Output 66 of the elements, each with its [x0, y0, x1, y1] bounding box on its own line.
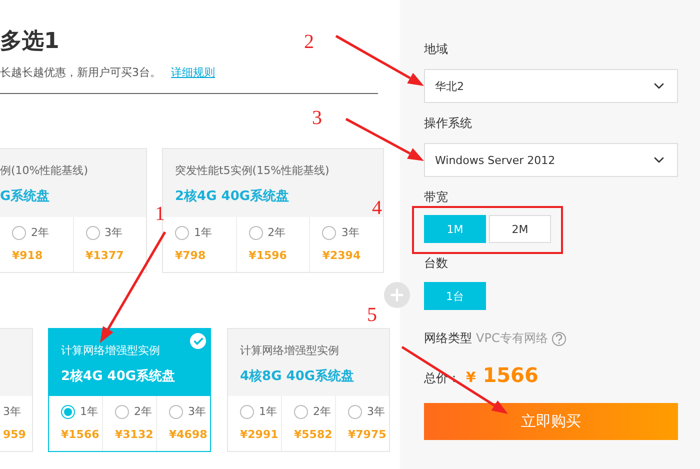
- plan-card[interactable]: 计算网络增强型实例 2核4G 40G系统盘 1年 ¥1566 2年 ¥3132 3年 ¥4698: [48, 328, 211, 452]
- price-text: ¥7975: [348, 428, 388, 441]
- plan-name: 突发性能t5实例(15%性能基线): [175, 163, 330, 178]
- radio-button[interactable]: [294, 404, 308, 418]
- term-label: 1年: [80, 404, 98, 419]
- term-label: 2年: [268, 225, 286, 240]
- price-text: ¥4698: [169, 428, 208, 441]
- bandwidth-label: 带宽: [424, 189, 449, 205]
- radio-button[interactable]: [248, 226, 263, 240]
- page-title: 多选1: [0, 28, 60, 56]
- plan-card[interactable]: 例(10%性能基线) G系统盘 2年 ¥918 3年 ¥1377: [0, 148, 147, 273]
- price-text: ¥1566: [61, 428, 100, 441]
- radio-button[interactable]: [169, 404, 183, 418]
- annotation-number: 4: [372, 198, 382, 218]
- network-label: 网络类型: [424, 330, 472, 347]
- price-text: ¥918: [12, 249, 44, 262]
- plan-name: 计算网络增强型实例: [240, 343, 340, 358]
- price-text: ¥3132: [115, 428, 154, 441]
- os-select[interactable]: Windows Server 2012: [424, 143, 678, 177]
- add-icon[interactable]: [384, 282, 410, 308]
- radio-button[interactable]: [322, 226, 336, 240]
- quantity-label: 台数: [424, 255, 449, 271]
- term-label: 2年: [313, 404, 331, 419]
- radio-button[interactable]: [61, 404, 75, 418]
- annotation-number: 5: [367, 305, 377, 325]
- radio-button[interactable]: [175, 226, 189, 240]
- annotation-number: 1: [155, 204, 165, 224]
- term-label: 3年: [104, 225, 122, 240]
- radio-button[interactable]: [240, 404, 254, 418]
- radio-button[interactable]: [86, 226, 100, 240]
- region-select[interactable]: 华北2: [424, 69, 678, 103]
- radio-button[interactable]: [348, 404, 362, 418]
- term-label: 3年: [3, 404, 21, 419]
- term-label: 1年: [194, 225, 212, 240]
- plan-spec: 2核4G 40G系统盘: [175, 188, 290, 205]
- plan-spec: 2核4G 40G系统盘: [61, 368, 176, 385]
- plan-name: 计算网络增强型实例: [61, 343, 161, 358]
- annotation-number: 2: [304, 32, 314, 52]
- radio-button[interactable]: [12, 226, 26, 240]
- price-text: ¥5582: [294, 428, 334, 441]
- price-text: ¥1596: [248, 249, 288, 262]
- plan-spec: 4核8G 40G系统盘: [240, 368, 356, 385]
- os-label: 操作系统: [424, 115, 473, 131]
- price-text: ¥1377: [86, 249, 125, 262]
- plan-spec: G系统盘: [0, 188, 51, 205]
- term-label: 1年: [259, 404, 277, 419]
- price-text: ¥2394: [322, 249, 362, 262]
- bandwidth-option[interactable]: 2M: [489, 215, 551, 243]
- term-label: 3年: [367, 404, 385, 419]
- network-value: VPC专有网络: [476, 330, 548, 347]
- plan-name: 例(10%性能基线): [0, 163, 90, 178]
- radio-button[interactable]: [115, 404, 129, 418]
- total-price: ¥ 1566: [466, 363, 538, 387]
- subtitle-text: 长越长越优惠，新用户可买3台。: [0, 65, 161, 81]
- plan-card[interactable]: 3年 959: [0, 328, 33, 452]
- term-label: 2年: [31, 225, 49, 240]
- price-text: 959: [3, 428, 27, 441]
- plan-card[interactable]: 计算网络增强型实例 4核8G 40G系统盘 1年 ¥2991 2年 ¥5582 3年 ¥7975: [227, 328, 390, 452]
- region-label: 地域: [424, 41, 449, 57]
- help-icon[interactable]: [552, 332, 566, 346]
- term-label: 3年: [341, 225, 360, 240]
- annotation-number: 3: [312, 108, 322, 128]
- price-text: ¥798: [175, 249, 207, 262]
- term-label: 3年: [188, 404, 206, 419]
- term-label: 2年: [134, 404, 152, 419]
- price-text: ¥2991: [240, 428, 280, 441]
